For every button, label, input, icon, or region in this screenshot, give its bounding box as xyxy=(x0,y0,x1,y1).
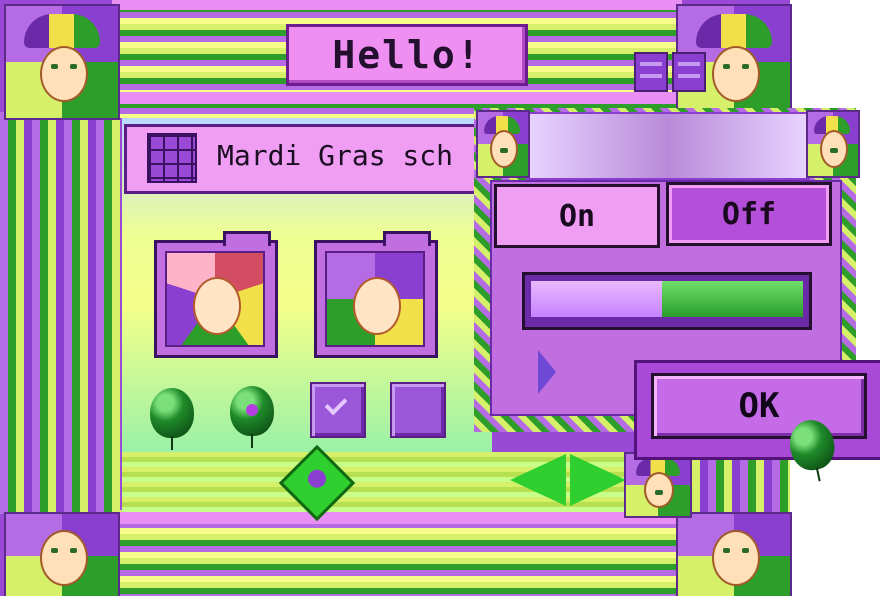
portrait-mask-icon xyxy=(676,512,792,596)
jester-corner-icon xyxy=(624,452,692,518)
portrait-image xyxy=(165,251,265,347)
checkbox-checked[interactable] xyxy=(310,382,366,438)
jester-image xyxy=(325,251,425,347)
progress-bar xyxy=(522,272,812,330)
green-balloon-icon[interactable] xyxy=(150,388,194,450)
desktop: Hello! Mardi Gras sch On Off OK xyxy=(0,0,880,596)
jester-mask-icon xyxy=(806,110,860,178)
bottom-rail xyxy=(112,512,682,524)
top-rail-inner xyxy=(112,92,682,104)
top-rail xyxy=(112,0,682,10)
jester-folder-icon[interactable] xyxy=(314,231,438,358)
portrait-folder-icon[interactable] xyxy=(154,231,278,358)
ok-button[interactable]: OK xyxy=(651,373,867,439)
grid-icon[interactable] xyxy=(147,133,197,183)
checkbox-unchecked[interactable] xyxy=(390,382,446,438)
scroll-right-arrow[interactable] xyxy=(570,454,626,506)
app-toolbar: Mardi Gras sch xyxy=(124,124,490,194)
jester-mask-icon xyxy=(476,110,530,178)
minimize-button[interactable] xyxy=(634,52,668,92)
disclosure-triangle-icon[interactable] xyxy=(538,350,556,394)
jester-mask-icon xyxy=(4,4,120,120)
off-toggle-button[interactable]: Off xyxy=(666,182,832,246)
window-title: Hello! xyxy=(286,24,528,86)
portrait-mask-icon xyxy=(4,512,120,596)
dialog-titlebar[interactable] xyxy=(526,112,810,180)
on-toggle-button[interactable]: On xyxy=(494,184,660,248)
progress-remaining xyxy=(662,281,803,317)
scroll-left-arrow[interactable] xyxy=(510,454,566,506)
progress-fill xyxy=(531,281,662,317)
left-border xyxy=(0,112,120,514)
balloon-with-dot-icon[interactable] xyxy=(230,386,274,448)
maximize-button[interactable] xyxy=(672,52,706,92)
ok-button-frame: OK xyxy=(634,360,880,460)
app-name: Mardi Gras sch xyxy=(217,139,454,172)
